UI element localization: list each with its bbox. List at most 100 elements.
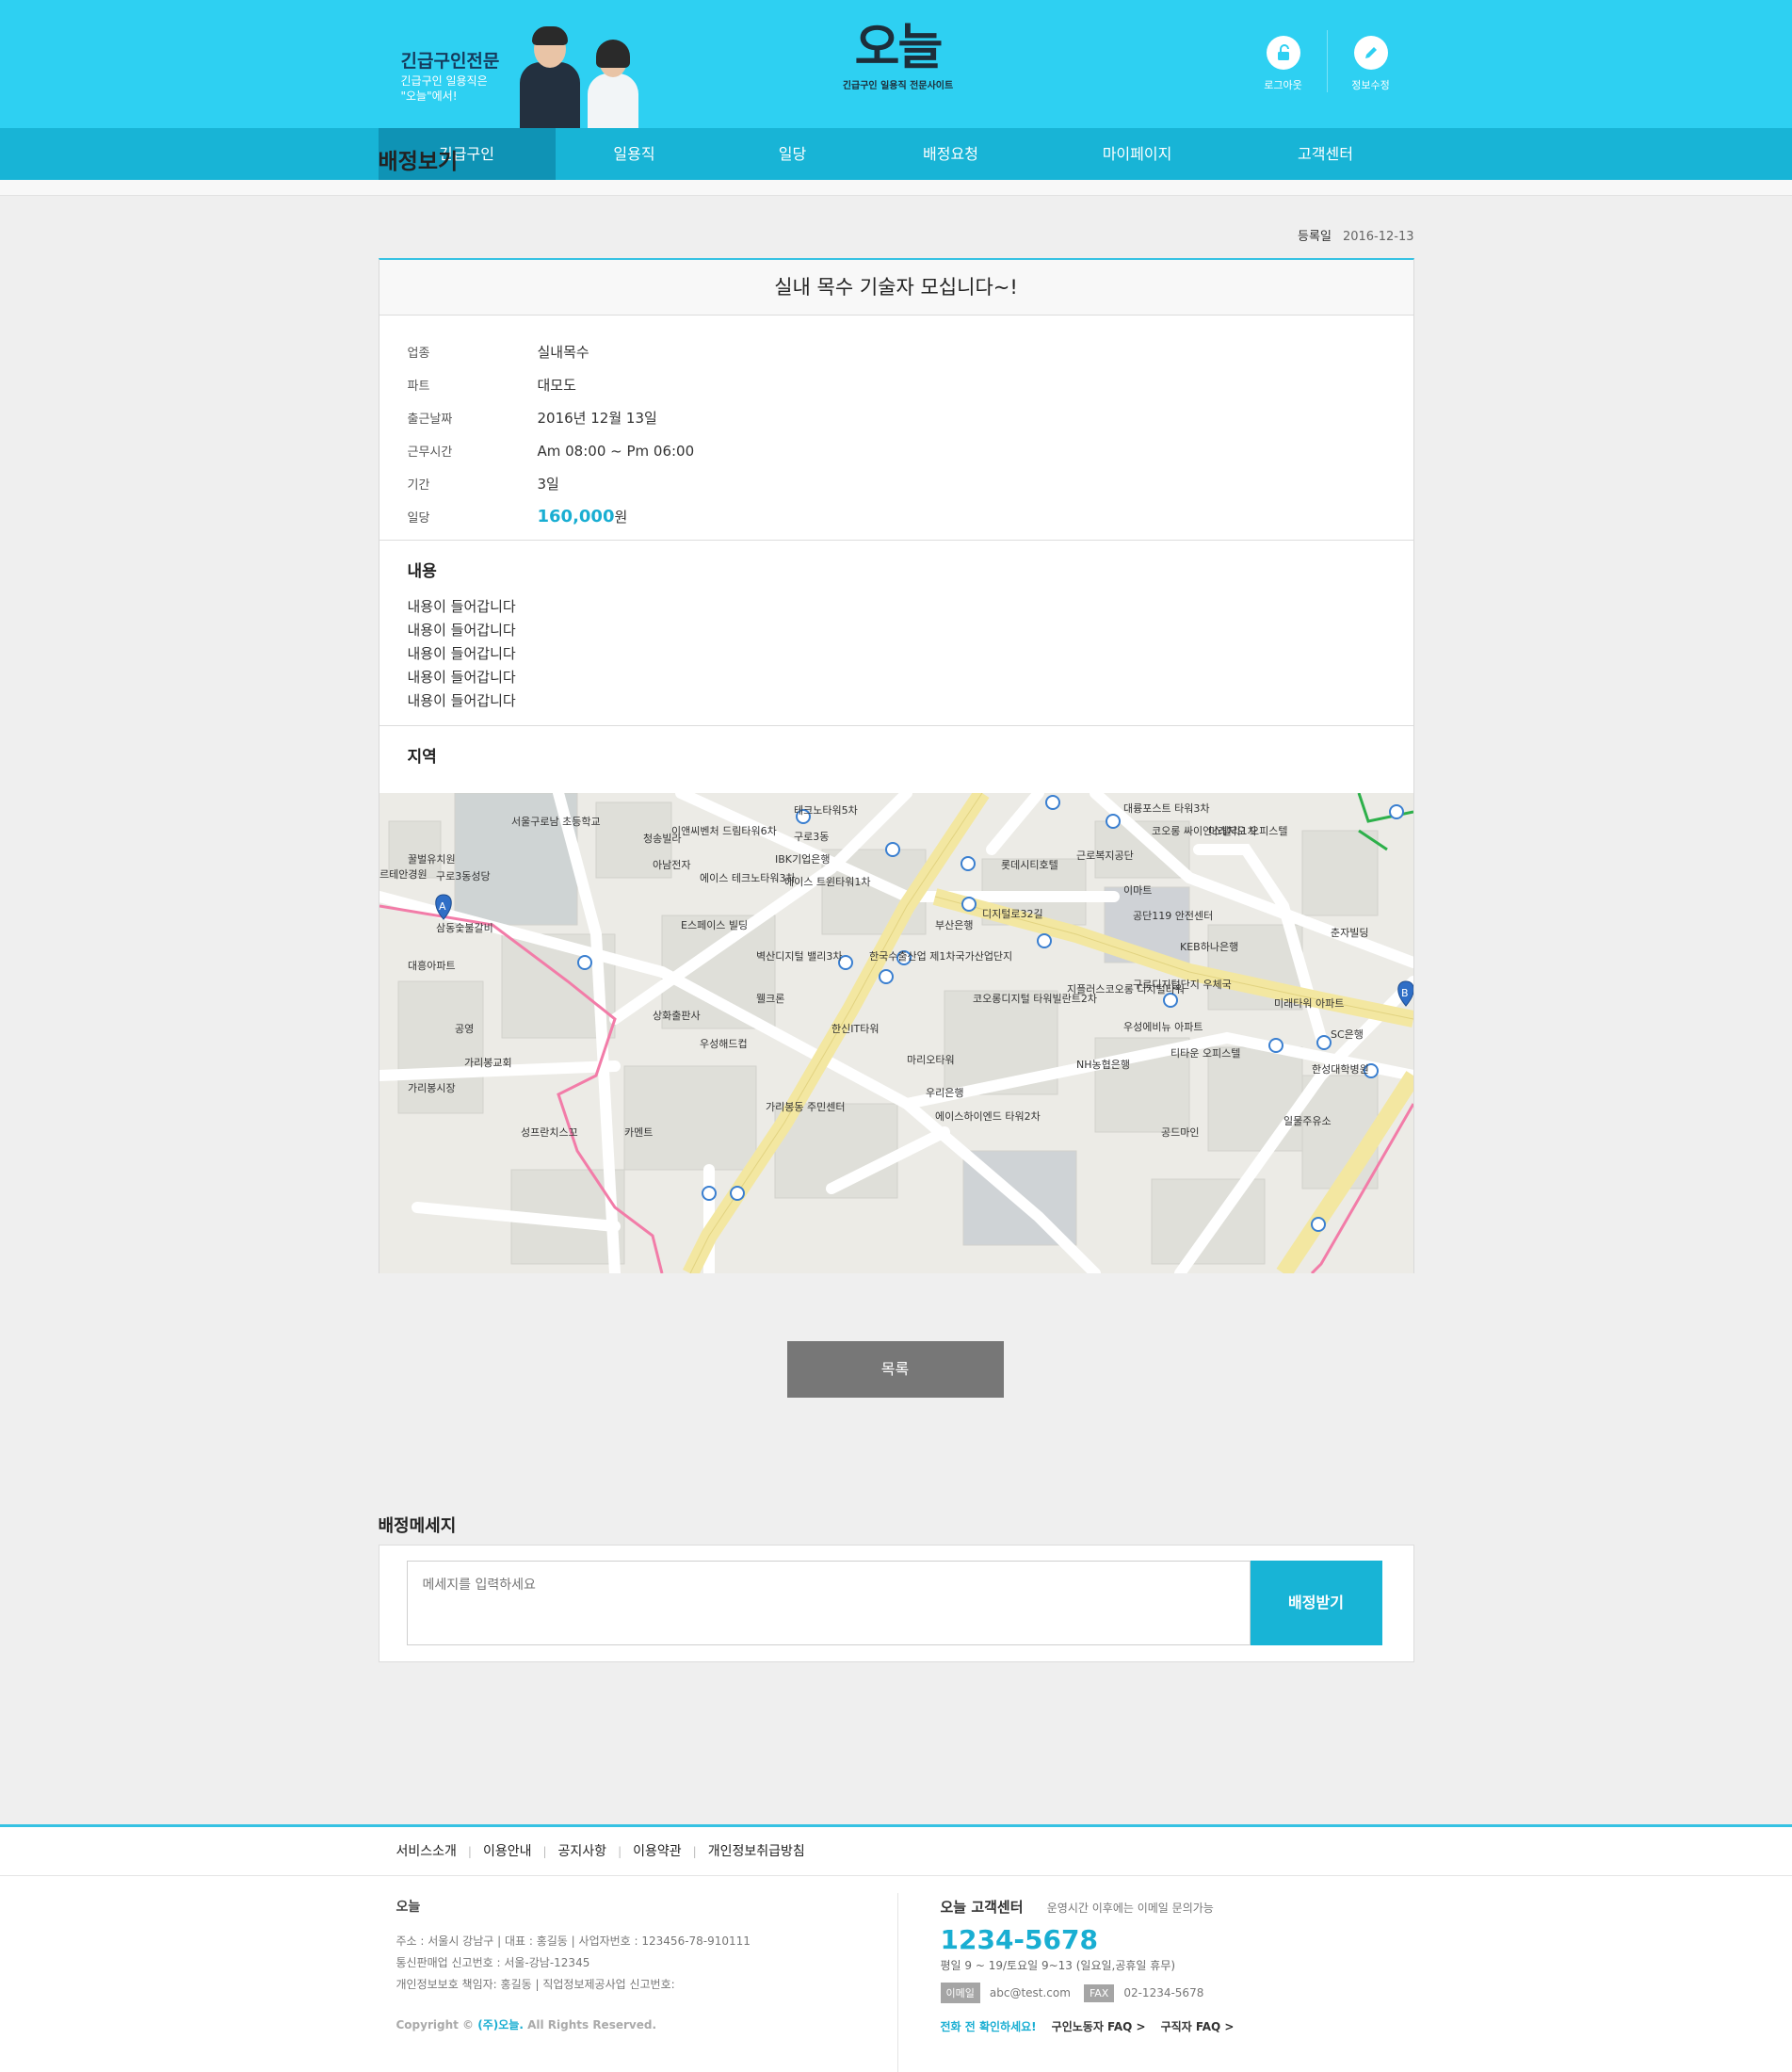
map-place-label: 춘자빌딩 bbox=[1331, 927, 1368, 939]
map-place-label: 대흥아파트 bbox=[408, 959, 456, 972]
map-place-label: 공영 bbox=[455, 1023, 474, 1035]
region-heading: 지역 bbox=[407, 748, 437, 767]
map-place-label: 공드마인 bbox=[1161, 1126, 1199, 1139]
map-place-label: 에이스 트윈타워1차 bbox=[784, 875, 870, 888]
footer: 서비스소개 | 이용안내 | 공지사항 | 이용약관 | 개인정보취급방침 오늘 주소 … bbox=[0, 1824, 1792, 2072]
footer-link-terms[interactable]: 이용약관 bbox=[633, 1827, 682, 1876]
map-place-label: 청송빌라 bbox=[643, 833, 681, 845]
footer-separator: | bbox=[542, 1845, 547, 1858]
map-place-label: 부산은행 bbox=[935, 919, 973, 931]
map-place-label: 구로3동 bbox=[794, 831, 829, 843]
cs-confirm-text: 전화 전 확인하세요! bbox=[940, 2020, 1037, 2033]
banner-person-man bbox=[519, 26, 580, 128]
cs-contact: 이메일 abc@test.com FAX 02-1234-5678 bbox=[940, 1983, 1393, 2003]
map-marker-b-label: B bbox=[1401, 987, 1409, 999]
map-place-label: E스페이스 빌딩 bbox=[681, 919, 748, 931]
company-sales-number: 통신판매업 신고번호 : 서울-강남-12345 bbox=[396, 1956, 590, 1969]
faq-jobseeker-link[interactable]: 구직자 FAQ > bbox=[1161, 2018, 1235, 2034]
logo-tagline: 긴급구인 일용직 전문사이트 bbox=[842, 81, 954, 91]
map-place-label: 구로디지털단지 우체국 bbox=[1133, 979, 1232, 991]
info-row: 근무시간 Am 08:00 ~ Pm 06:00 bbox=[408, 434, 1385, 467]
footer-link-guide[interactable]: 이용안내 bbox=[483, 1827, 532, 1876]
map-place-label: 마리오타워 bbox=[907, 1054, 955, 1066]
footer-separator: | bbox=[467, 1845, 472, 1858]
map-place-label: 대륭포스트 타워3차 bbox=[1123, 802, 1209, 815]
cs-hours: 평일 9 ~ 19/토요일 9~13 (일요일,공휴일 휴무) bbox=[940, 1959, 1176, 1972]
map-canvas: A B 테크노타워5차 대륭포스트 타워3차이앤씨벤처 드림타워6차 서울구로남 초… bbox=[379, 793, 1413, 1273]
message-input[interactable] bbox=[406, 1561, 1251, 1645]
info-row: 업종 실내목수 bbox=[408, 335, 1385, 368]
content-section: 내용 내용이 들어갑니다 내용이 들어갑니다 내용이 들어갑니다 내용이 들어갑… bbox=[379, 541, 1413, 726]
content-heading: 내용 bbox=[407, 562, 437, 581]
map-marker-a-label: A bbox=[439, 900, 446, 913]
region-section: 지역 bbox=[379, 726, 1413, 775]
post-title: 실내 목수 기술자 모십니다~! bbox=[379, 260, 1413, 316]
list-button[interactable]: 목록 bbox=[786, 1341, 1004, 1398]
logout-label: 로그아웃 bbox=[1264, 79, 1302, 91]
request-assignment-button[interactable]: 배정받기 bbox=[1250, 1561, 1382, 1645]
map-place-label: 디지털로32길 bbox=[982, 908, 1043, 920]
header-utility: 로그아웃 정보수정 bbox=[1240, 30, 1414, 92]
copyright: Copyright © (주)오늘. All Rights Reserved. bbox=[396, 2016, 905, 2032]
page-title: 배정보기 bbox=[378, 150, 459, 174]
banner-subtitle: 긴급구인 일용직은 "오늘"에서! bbox=[400, 74, 488, 103]
map-place-label: 공단119 안전센터 bbox=[1133, 910, 1213, 922]
map-place-label: 한국수출산업 제1차국가산업단지 bbox=[869, 950, 1012, 963]
company-info: 오늘 주소 : 서울시 강남구 | 대표 : 홍길동 | 사업자번호 : 123… bbox=[396, 1897, 905, 2032]
map-place-label: 일물주유소 bbox=[1283, 1114, 1332, 1127]
info-row: 출근날짜 2016년 12월 13일 bbox=[408, 401, 1385, 434]
info-key: 출근날짜 bbox=[407, 413, 453, 427]
map-place-label: 벽산디지털 밸리3차 bbox=[756, 950, 842, 963]
info-key: 근무시간 bbox=[407, 445, 453, 460]
logout-button[interactable]: 로그아웃 bbox=[1240, 30, 1327, 92]
copyright-prefix: Copyright © bbox=[396, 2018, 475, 2032]
post-card: 실내 목수 기술자 모십니다~! 업종 실내목수 파트 대모도 출근날짜 2016년 … bbox=[378, 258, 1414, 1273]
cs-links: 전화 전 확인하세요! 구인노동자 FAQ > 구직자 FAQ > bbox=[941, 2018, 1393, 2034]
location-map[interactable]: A B 테크노타워5차 대륭포스트 타워3차 이앤씨벤처 드림타워6차 서울구로남 초… bbox=[379, 793, 1413, 1273]
cs-title: 오늘 고객센터 bbox=[940, 1899, 1024, 1916]
map-place-label: 가리봉동 주민센터 bbox=[766, 1101, 845, 1113]
map-place-label: 가리봉교회 bbox=[464, 1057, 512, 1069]
copyright-name: (주)오늘. bbox=[477, 2018, 524, 2032]
map-place-label: 상화출판사 bbox=[653, 1010, 701, 1022]
company-privacy-officer: 개인정보보호 책임자: 홍길동 | 직업정보제공사업 신고번호: bbox=[396, 1978, 675, 1991]
info-row: 기간 3일 bbox=[408, 467, 1385, 500]
info-key: 기간 bbox=[407, 478, 430, 493]
wage-unit: 원 bbox=[614, 509, 628, 526]
map-place-label: SC은행 bbox=[1331, 1028, 1364, 1041]
map-place-label: 미래타워 아파트 bbox=[1274, 997, 1344, 1010]
info-value: Am 08:00 ~ Pm 06:00 bbox=[537, 442, 695, 460]
wage-key: 일당 bbox=[407, 511, 430, 526]
site-logo[interactable]: 오늘 긴급구인 일용직 전문사이트 bbox=[838, 21, 959, 91]
registration-date-value: 2016-12-13 bbox=[1342, 230, 1414, 244]
footer-link-notice[interactable]: 공지사항 bbox=[558, 1827, 607, 1876]
wage-value: 160,000 bbox=[537, 507, 615, 526]
footer-link-service[interactable]: 서비스소개 bbox=[396, 1827, 457, 1876]
footer-link-privacy[interactable]: 개인정보취급방침 bbox=[708, 1827, 805, 1876]
footer-body: 오늘 주소 : 서울시 강남구 | 대표 : 홍길동 | 사업자번호 : 123… bbox=[379, 1876, 1414, 2072]
info-value: 대모도 bbox=[537, 377, 576, 394]
map-place-label: 테크노타워5차 bbox=[794, 804, 858, 817]
footer-divider bbox=[896, 1893, 898, 2072]
email-value[interactable]: abc@test.com bbox=[990, 1986, 1071, 1999]
map-place-label: 한성대학병원 bbox=[1312, 1063, 1369, 1076]
logo-mark: 오늘 bbox=[854, 20, 944, 76]
info-value: 3일 bbox=[537, 476, 559, 493]
map-place-label: 우성해드컵 bbox=[700, 1037, 748, 1050]
edit-profile-button[interactable]: 정보수정 bbox=[1328, 30, 1414, 92]
faq-employer-link[interactable]: 구인노동자 FAQ > bbox=[1052, 2018, 1146, 2034]
header: 긴급구인전문 긴급구인 일용직은 "오늘"에서! 오늘 긴급구인 일용직 전문사… bbox=[0, 0, 1792, 180]
info-key: 파트 bbox=[407, 380, 430, 394]
info-row-wage: 일당 160,000원 bbox=[408, 500, 1385, 533]
footer-nav: 서비스소개 | 이용안내 | 공지사항 | 이용약관 | 개인정보취급방침 bbox=[0, 1827, 1792, 1876]
content-line: 내용이 들어갑니다 bbox=[407, 692, 516, 709]
header-top: 긴급구인전문 긴급구인 일용직은 "오늘"에서! 오늘 긴급구인 일용직 전문사… bbox=[379, 0, 1414, 128]
map-place-label: 카멘트 bbox=[624, 1126, 653, 1139]
map-place-label: 꿀벌유치원 bbox=[408, 853, 456, 866]
cs-heading: 오늘 고객센터 운영시간 이후에는 이메일 문의가능 bbox=[941, 1897, 1393, 1917]
banner-person-woman bbox=[587, 40, 638, 128]
map-place-label: 에이스하이엔드 타워2차 bbox=[935, 1109, 1041, 1123]
customer-center-info: 오늘 고객센터 운영시간 이후에는 이메일 문의가능 1234-5678 평일 … bbox=[940, 1897, 1393, 2034]
map-place-label: 근로복지공단 bbox=[1076, 850, 1134, 862]
map-place-label: 삼동숯불갈비 bbox=[436, 921, 493, 934]
